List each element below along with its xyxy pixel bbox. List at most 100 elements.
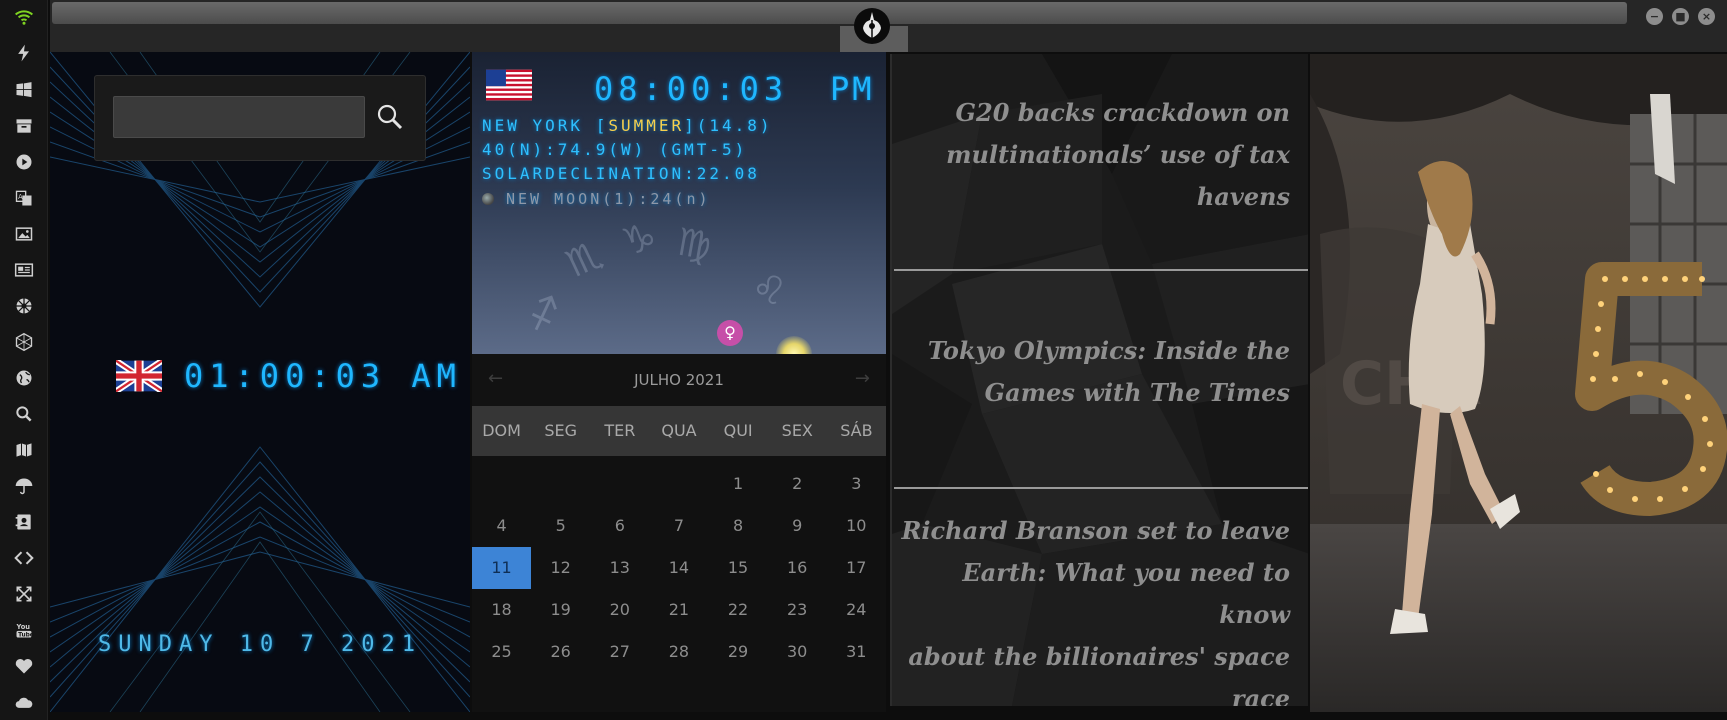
fashion-photo: CHA [1310,54,1727,712]
calendar-day[interactable]: 22 [709,589,768,631]
close-button[interactable]: × [1698,8,1715,25]
hexagon-icon[interactable] [12,330,36,354]
calendar-day[interactable]: 23 [768,589,827,631]
calendar-day[interactable]: 24 [827,589,886,631]
umbrella-icon[interactable] [12,474,36,498]
windows-icon[interactable] [12,78,36,102]
empire-icon[interactable] [12,294,36,318]
us-flag-icon [486,69,532,101]
venus-icon: ♀ [717,320,743,346]
weekday: DOM [482,421,521,440]
calendar-day[interactable]: 13 [590,547,649,589]
cloud-icon[interactable] [12,690,36,714]
calendar-empty-cell [472,463,531,505]
calendar-day[interactable]: 14 [649,547,708,589]
calendar-day[interactable]: 31 [827,631,886,673]
season-label: SUMMER [608,116,685,135]
calendar-day[interactable]: 20 [590,589,649,631]
weekday: QUI [723,421,753,440]
news-headline-3[interactable]: Richard Branson set to leave Earth: What… [892,510,1290,706]
ny-calendar-panel: 08:00:03 PM NEW YORK [SUMMER](14.8) 40(N… [472,52,886,712]
calendar-day[interactable]: 1 [709,463,768,505]
search-button[interactable] [373,98,407,136]
globe-icon[interactable] [12,366,36,390]
calendar-day[interactable]: 10 [827,505,886,547]
calendar-day[interactable]: 12 [531,547,590,589]
capricorn-icon: ♑ [616,213,662,265]
uk-clock: 01:00:03 AM [116,357,462,395]
calendar-day[interactable]: 15 [709,547,768,589]
sky-view: 08:00:03 PM NEW YORK [SUMMER](14.8) 40(N… [472,52,886,354]
magnifier-icon [377,104,403,130]
wifi-icon[interactable] [12,5,36,29]
calendar-day[interactable]: 27 [590,631,649,673]
calendar-day[interactable]: 11 [472,547,532,589]
coordinates-line: 40(N):74.9(W) (GMT-5) [482,140,748,159]
title-bar[interactable]: − ■ × [50,0,1727,52]
sun-icon [776,336,812,354]
uk-date: SUNDAY 10 7 2021 [98,632,422,657]
calendar-day[interactable]: 21 [649,589,708,631]
calendar-day[interactable]: 4 [472,505,531,547]
code-icon[interactable] [12,546,36,570]
moon-icon [482,193,494,205]
declination-line: SOLARDECLINATION:22.08 [482,164,760,183]
calendar-day[interactable]: 6 [590,505,649,547]
calendar-week: 123 [472,463,886,505]
news-panel: G20 backs crackdown on multinationals’ u… [890,54,1308,706]
leo-icon: ♌ [745,262,793,316]
map-icon[interactable] [12,438,36,462]
calendar-day[interactable]: 9 [768,505,827,547]
maximize-button[interactable]: ■ [1672,8,1689,25]
calendar-header: ← JULHO 2021 → [472,354,886,406]
search-icon[interactable] [12,402,36,426]
calendar-day[interactable]: 16 [768,547,827,589]
scorpio-icon: ♏ [559,231,609,287]
calendar-day[interactable]: 25 [472,631,531,673]
calendar-day[interactable]: 7 [649,505,708,547]
weekday: SÁB [840,421,873,440]
archive-icon[interactable] [12,114,36,138]
photo-panel: CHA [1310,54,1727,712]
calendar-week: 25 26 27 28 29 30 31 [472,631,886,673]
image-icon[interactable] [12,222,36,246]
news-divider [894,487,1308,489]
calendar-grid: 1 2 3 4 5 6 7 8 9 10 11 12 13 14 15 16 17 18 19 20 21 22 23 24 2… [472,456,886,673]
weekday-header: DOM SEG TER QUA QUI SEX SÁB [472,406,886,456]
play-icon[interactable] [12,150,36,174]
youtube-icon[interactable]: You Tube [12,618,36,642]
search-box [94,75,426,161]
calendar-day[interactable]: 8 [709,505,768,547]
svg-text:Tube: Tube [18,633,34,639]
minimize-button[interactable]: − [1646,8,1663,25]
heart-icon[interactable] [12,654,36,678]
calendar-day[interactable]: 29 [709,631,768,673]
weekday: QUA [661,421,697,440]
calendar-day[interactable]: 26 [531,631,590,673]
calendar-day[interactable]: 2 [768,463,827,505]
newspaper-icon[interactable] [12,258,36,282]
calendar-day[interactable]: 18 [472,589,531,631]
calendar-empty-cell [649,463,708,505]
calendar-day[interactable]: 3 [827,463,886,505]
expand-icon[interactable] [12,582,36,606]
calendar-day[interactable]: 17 [827,547,886,589]
lightning-icon[interactable] [12,41,36,65]
search-input[interactable] [113,96,365,138]
news-divider [894,269,1308,271]
translate-icon[interactable]: A [12,186,36,210]
news-headline-2[interactable]: Tokyo Olympics: Inside the Games with Th… [928,330,1290,414]
drag-handle[interactable] [52,2,1627,24]
news-headline-1[interactable]: G20 backs crackdown on multinationals’ u… [946,92,1290,218]
calendar-week: 11 12 13 14 15 16 17 [472,547,886,589]
next-month-arrow-icon[interactable]: → [855,368,870,389]
contacts-icon[interactable] [12,510,36,534]
rebel-alliance-icon [854,8,890,44]
calendar-day[interactable]: 30 [768,631,827,673]
calendar-day[interactable]: 5 [531,505,590,547]
calendar-day[interactable]: 19 [531,589,590,631]
uk-clock-panel: 01:00:03 AM SUNDAY 10 7 2021 [50,52,470,712]
calendar-day[interactable]: 28 [649,631,708,673]
uk-time: 01:00:03 AM [184,357,462,395]
sagittarius-icon: ♐ [520,287,568,341]
